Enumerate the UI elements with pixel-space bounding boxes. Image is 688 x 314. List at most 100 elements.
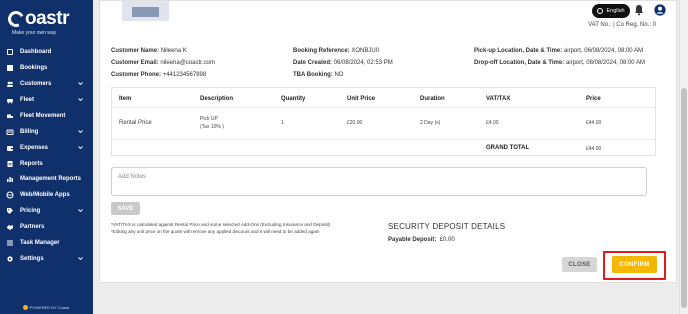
save-button[interactable]: SAVE bbox=[111, 202, 140, 215]
chevron-down-icon[interactable] bbox=[78, 81, 83, 86]
date-created-value: 06/08/2024, 02:53 PM bbox=[333, 60, 393, 66]
user-avatar-icon[interactable] bbox=[654, 4, 666, 16]
col-header-duration: Duration bbox=[420, 96, 445, 102]
row-vat: £4.00 bbox=[486, 120, 499, 126]
sidebar-item-label: Expenses bbox=[20, 144, 49, 151]
customer-name-label: Customer Name: bbox=[111, 48, 160, 54]
dropoff-info: Drop-off Location, Date & Time: airport,… bbox=[474, 60, 645, 66]
language-label: English bbox=[606, 8, 625, 14]
customer-name: Customer Name: Nileena K bbox=[111, 48, 187, 54]
sidebar-item-label: Reports bbox=[20, 160, 43, 167]
sidebar-item-label: Customers bbox=[20, 80, 52, 87]
gear-icon bbox=[6, 255, 14, 263]
sidebar-item-settings[interactable]: Settings bbox=[0, 251, 93, 267]
sidebar-item-label: Partners bbox=[20, 224, 45, 231]
sidebar-item-fleet[interactable]: Fleet bbox=[0, 92, 93, 108]
notes-input[interactable]: Add Notes bbox=[111, 167, 647, 196]
car-icon bbox=[6, 96, 14, 104]
company-logo bbox=[122, 1, 169, 21]
booking-ref-value: XONBJU0 bbox=[351, 48, 380, 54]
payable-deposit-label: Payable Deposit: bbox=[388, 237, 437, 243]
chevron-down-icon[interactable] bbox=[78, 129, 83, 134]
payable-deposit-value: £0.00 bbox=[439, 237, 455, 243]
sidebar-item-label: Bookings bbox=[20, 64, 48, 71]
users-icon bbox=[6, 80, 14, 88]
billing-icon bbox=[6, 128, 14, 136]
chevron-down-icon[interactable] bbox=[78, 145, 83, 150]
sidebar-item-customers[interactable]: Customers bbox=[0, 76, 93, 92]
sidebar-item-label: Fleet bbox=[20, 96, 35, 103]
row-desc-line2: (Tax 10% ) bbox=[200, 124, 224, 130]
tba-value: NO bbox=[334, 72, 344, 78]
vat-note: *VAT/TAX is calculated against Rental Pr… bbox=[111, 222, 331, 227]
logo-c-icon bbox=[5, 8, 27, 30]
sidebar-item-partners[interactable]: Partners bbox=[0, 219, 93, 235]
powered-by-text: POWERED BY Coastr bbox=[29, 304, 70, 310]
tba-label: TBA Booking: bbox=[293, 72, 333, 78]
col-header-price: Price bbox=[586, 96, 601, 102]
page-scrollbar[interactable] bbox=[679, 0, 688, 314]
powered-by: POWERED BY Coastr bbox=[14, 305, 78, 310]
edit-note: *Editing any unit price on the quote wil… bbox=[111, 229, 320, 234]
scrollbar-thumb[interactable] bbox=[681, 88, 687, 308]
globe-icon bbox=[6, 191, 14, 199]
row-quantity: 1 bbox=[281, 120, 284, 126]
customer-email-label: Customer Email: bbox=[111, 60, 159, 66]
powered-logo-icon bbox=[22, 305, 28, 310]
tba-booking: TBA Booking: NO bbox=[293, 72, 343, 78]
calendar-icon bbox=[6, 64, 14, 72]
sidebar: oastr Make your own way Dashboard Booking… bbox=[0, 0, 93, 314]
sidebar-nav: Dashboard Bookings Customers Fleet Fleet Mov… bbox=[0, 44, 93, 267]
sidebar-item-bookings[interactable]: Bookings bbox=[0, 60, 93, 76]
col-header-unit-price: Unit Price bbox=[347, 96, 376, 102]
logo-text: oastr bbox=[25, 8, 69, 29]
confirm-button[interactable]: CONFIRM bbox=[612, 256, 657, 273]
col-header-description: Description bbox=[200, 96, 234, 102]
sidebar-item-label: Billing bbox=[20, 128, 39, 135]
chevron-down-icon[interactable] bbox=[78, 256, 83, 261]
sidebar-item-pricing[interactable]: Pricing bbox=[0, 203, 93, 219]
language-button[interactable]: English bbox=[592, 4, 630, 18]
handshake-icon bbox=[6, 223, 14, 231]
notification-bell-icon[interactable] bbox=[633, 4, 645, 16]
globe-icon bbox=[597, 8, 604, 14]
sidebar-item-fleet-movement[interactable]: Fleet Movement bbox=[0, 108, 93, 124]
col-header-quantity: Quantity bbox=[281, 96, 306, 102]
booking-reference: Booking Reference: XONBJU0 bbox=[293, 48, 379, 54]
date-created-label: Date Created: bbox=[293, 60, 333, 66]
sidebar-item-management-reports[interactable]: Management Reports bbox=[0, 172, 93, 188]
dropoff-value: airport, 08/08/2024, 08:00 AM bbox=[565, 60, 645, 66]
customer-email-value: nileena@coastr.com bbox=[160, 60, 215, 66]
report-icon bbox=[6, 160, 14, 168]
chevron-down-icon[interactable] bbox=[78, 208, 83, 213]
sidebar-item-expenses[interactable]: Expenses bbox=[0, 140, 93, 156]
sidebar-item-reports[interactable]: Reports bbox=[0, 156, 93, 172]
row-unit-price: £20.00 bbox=[347, 120, 363, 126]
sidebar-item-label: Management Reports bbox=[20, 176, 82, 183]
chevron-down-icon[interactable] bbox=[78, 97, 83, 102]
booking-ref-label: Booking Reference: bbox=[293, 48, 350, 54]
sidebar-item-label: Fleet Movement bbox=[20, 112, 66, 119]
wallet-icon bbox=[6, 144, 14, 152]
sidebar-item-dashboard[interactable]: Dashboard bbox=[0, 44, 93, 60]
customer-email: Customer Email: nileena@coastr.com bbox=[111, 60, 215, 66]
close-button[interactable]: CLOSE bbox=[562, 257, 597, 272]
sidebar-item-label: Settings bbox=[20, 256, 44, 263]
customer-phone-label: Customer Phone: bbox=[111, 72, 162, 78]
sidebar-item-label: Dashboard bbox=[20, 48, 52, 55]
customer-phone-value: +441234567898 bbox=[162, 72, 207, 78]
sidebar-item-billing[interactable]: Billing bbox=[0, 124, 93, 140]
customer-name-value: Nileena K bbox=[160, 48, 187, 54]
vat-line: VAT No.: | Co Reg. No.: 0 bbox=[588, 22, 656, 28]
sidebar-item-task-manager[interactable]: Task Manager bbox=[0, 235, 93, 251]
payable-deposit: Payable Deposit: £0.00 bbox=[388, 237, 455, 243]
row-duration: 2 Day (s) bbox=[420, 120, 441, 126]
row-item: Rental Price bbox=[119, 120, 152, 126]
quote-table: Item Description Quantity Unit Price Dur… bbox=[111, 87, 656, 156]
coastr-logo[interactable]: oastr Make your own way bbox=[5, 8, 88, 36]
quote-card: VAT No.: | Co Reg. No.: 0 Customer Name:… bbox=[99, 0, 677, 283]
col-header-item: Item bbox=[119, 96, 132, 102]
sidebar-item-web-mobile-apps[interactable]: Web/Mobile Apps bbox=[0, 187, 93, 203]
dropoff-label: Drop-off Location, Date & Time: bbox=[474, 60, 565, 66]
date-created: Date Created: 06/08/2024, 02:53 PM bbox=[293, 60, 393, 66]
